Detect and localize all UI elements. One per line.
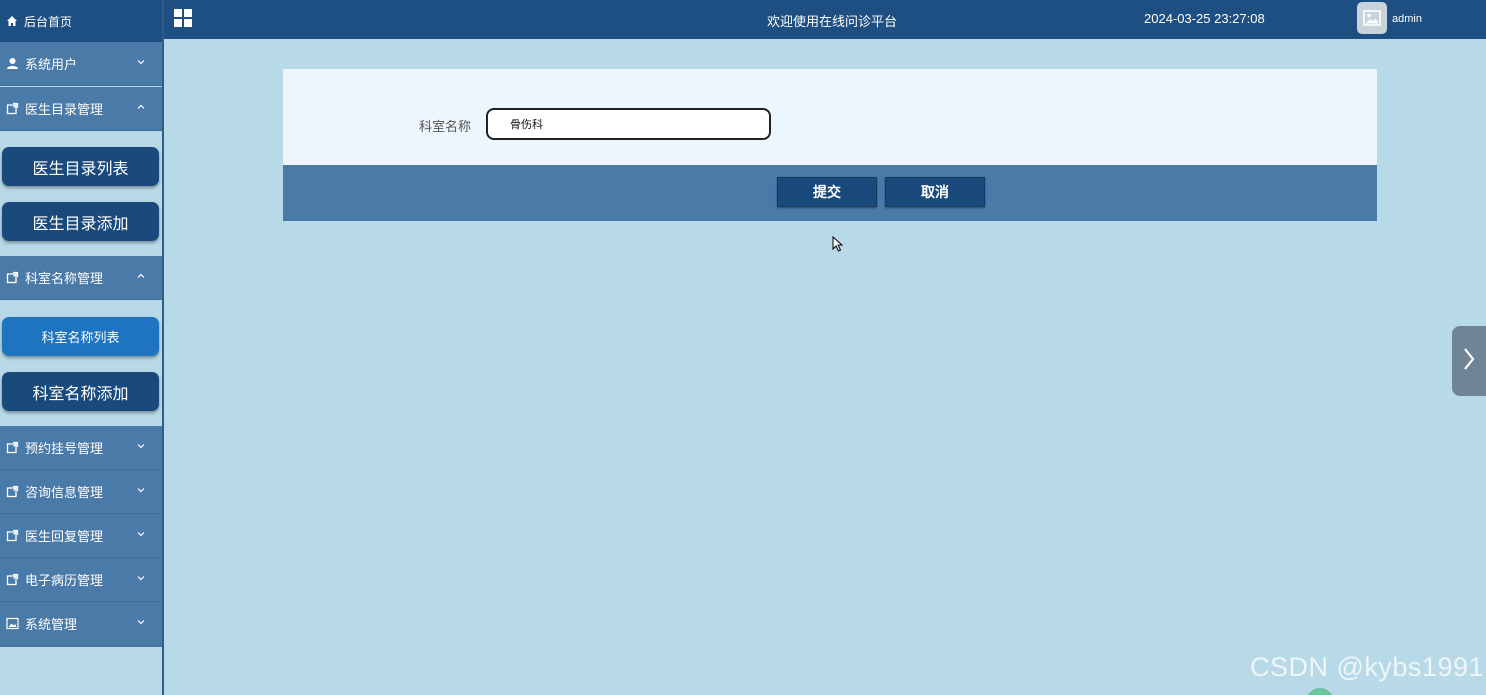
image-icon: [6, 617, 19, 630]
sidebar-footer: [0, 646, 162, 695]
chevron-down-icon: [136, 573, 146, 583]
cancel-button[interactable]: 取消: [885, 177, 985, 207]
grid-menu-icon[interactable]: [174, 9, 192, 27]
avatar[interactable]: [1357, 2, 1387, 34]
welcome-title: 欢迎使用在线问诊平台: [767, 15, 898, 30]
sidebar-item-label: 医生回复管理: [25, 530, 104, 545]
mouse-cursor-icon: [832, 235, 844, 252]
sidebar-item-label: 系统用户: [25, 58, 78, 73]
sidebar-item-doctor-directory[interactable]: 医生目录管理: [0, 87, 162, 131]
sidebar-item-label: 预约挂号管理: [25, 442, 104, 457]
department-submenu: 科室名称列表 科室名称添加: [0, 300, 162, 426]
sidebar-item-doctor-replies[interactable]: 医生回复管理: [0, 514, 162, 558]
chevron-down-icon: [136, 485, 146, 495]
chevron-right-icon: [1461, 346, 1477, 376]
sidebar-item-medical-records[interactable]: 电子病历管理: [0, 558, 162, 602]
external-icon: [6, 441, 19, 454]
sidebar-item-label: 医生目录管理: [25, 103, 104, 118]
user-icon: [6, 57, 19, 70]
sidebar-subitem-doctor-list[interactable]: 医生目录列表: [2, 147, 159, 186]
chevron-down-icon: [136, 617, 146, 627]
current-datetime: 2024-03-25 23:27:08: [1144, 11, 1265, 26]
sidebar-subitem-department-add[interactable]: 科室名称添加: [2, 372, 159, 411]
sidebar-subitem-department-list[interactable]: 科室名称列表: [2, 317, 159, 356]
sidebar-item-label: 电子病历管理: [25, 574, 104, 589]
side-panel-toggle[interactable]: [1452, 326, 1486, 396]
top-header: 欢迎使用在线问诊平台 2024-03-25 23:27:08 admin: [164, 0, 1486, 39]
external-icon: [6, 485, 19, 498]
form-card: 科室名称: [283, 69, 1377, 165]
username[interactable]: admin: [1392, 13, 1422, 25]
sidebar-item-appointments[interactable]: 预约挂号管理: [0, 426, 162, 470]
sidebar-item-label: 咨询信息管理: [25, 486, 104, 501]
external-icon: [6, 271, 19, 284]
chevron-up-icon: [136, 102, 146, 112]
chevron-down-icon: [136, 529, 146, 539]
sidebar-item-label: 系统管理: [25, 618, 78, 633]
chevron-down-icon: [136, 57, 146, 67]
sidebar-item-department-names[interactable]: 科室名称管理: [0, 256, 162, 300]
image-placeholder-icon: [1363, 10, 1381, 26]
sidebar-home-label: 后台首页: [24, 14, 73, 29]
doctor-submenu: 医生目录列表 医生目录添加: [0, 131, 162, 256]
department-name-input[interactable]: [486, 108, 771, 140]
home-icon: [6, 15, 18, 27]
sidebar-item-consultations[interactable]: 咨询信息管理: [0, 470, 162, 514]
watermark: CSDN @kybs1991: [1250, 652, 1484, 682]
sidebar-item-system-management[interactable]: 系统管理: [0, 602, 162, 646]
chevron-down-icon: [136, 441, 146, 451]
sidebar-subitem-doctor-add[interactable]: 医生目录添加: [2, 202, 159, 241]
external-icon: [6, 102, 19, 115]
sidebar-item-label: 科室名称管理: [25, 272, 104, 287]
submit-button[interactable]: 提交: [777, 177, 877, 207]
sidebar: 后台首页 系统用户 医生目录管理 医生目录列表 医生目录添加 科室名称管理 科室…: [0, 0, 164, 695]
external-icon: [6, 529, 19, 542]
chevron-up-icon: [136, 271, 146, 281]
external-icon: [6, 573, 19, 586]
department-name-label: 科室名称: [419, 120, 472, 135]
sidebar-item-system-users[interactable]: 系统用户: [0, 42, 162, 86]
floating-badge: [1306, 688, 1334, 695]
form-action-bar: 提交 取消: [283, 165, 1377, 221]
sidebar-home[interactable]: 后台首页: [0, 0, 162, 42]
